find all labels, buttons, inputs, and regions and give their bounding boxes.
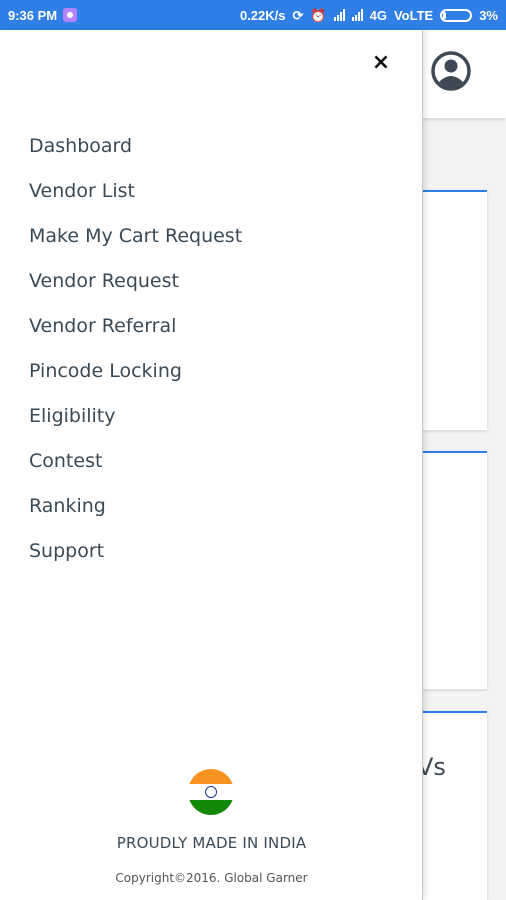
network-speed: 0.22K/s: [239, 7, 286, 23]
sync-icon: ⟳: [292, 7, 304, 23]
menu-item-make-my-cart-request[interactable]: Make My Cart Request: [29, 221, 242, 266]
drawer-menu: Dashboard Vendor List Make My Cart Reque…: [29, 131, 242, 581]
alarm-icon: ⏰: [310, 7, 327, 23]
battery-percent: 3%: [479, 7, 498, 23]
menu-item-support[interactable]: Support: [29, 536, 242, 581]
menu-item-ranking[interactable]: Ranking: [29, 491, 242, 536]
network-type: 4G: [369, 7, 387, 23]
menu-item-vendor-request[interactable]: Vendor Request: [29, 266, 242, 311]
menu-item-vendor-list[interactable]: Vendor List: [29, 176, 242, 221]
menu-item-vendor-referral[interactable]: Vendor Referral: [29, 311, 242, 356]
volte-label: VoLTE: [393, 7, 434, 23]
close-icon[interactable]: ×: [368, 50, 394, 76]
user-avatar-icon[interactable]: [430, 50, 472, 92]
menu-item-dashboard[interactable]: Dashboard: [29, 131, 242, 176]
app-notification-icon: [63, 8, 78, 22]
battery-icon: [440, 8, 473, 22]
menu-item-pincode-locking[interactable]: Pincode Locking: [29, 356, 242, 401]
signal-icon: [351, 9, 363, 21]
menu-item-eligibility[interactable]: Eligibility: [29, 401, 242, 446]
menu-item-contest[interactable]: Contest: [29, 446, 242, 491]
copyright-text: Copyright©2016. Global Garner: [115, 871, 308, 885]
made-in-india-tagline: PROUDLY MADE IN INDIA: [116, 834, 307, 852]
status-bar: 9:36 PM 0.22K/s ⟳ ⏰ 4G VoLTE 3%: [0, 0, 506, 30]
navigation-drawer: × Dashboard Vendor List Make My Cart Req…: [0, 30, 423, 900]
status-time: 9:36 PM: [8, 7, 58, 23]
india-flag-icon: [188, 769, 234, 815]
signal-icon: [333, 9, 345, 21]
